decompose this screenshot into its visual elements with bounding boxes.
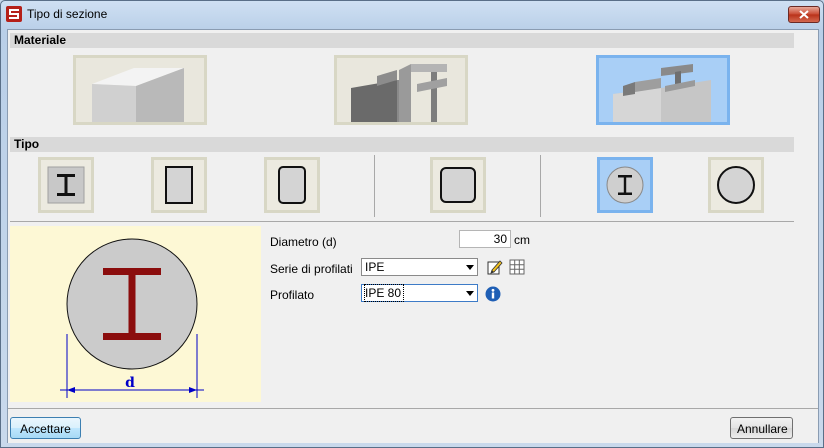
steel-profile-icon xyxy=(337,58,465,122)
material-concrete-button[interactable] xyxy=(73,55,207,125)
button-bar xyxy=(8,408,818,443)
window-title: Tipo di sezione xyxy=(27,7,108,21)
material-steel-button[interactable] xyxy=(334,55,468,125)
profile-label: Profilato xyxy=(270,288,315,302)
cancel-button[interactable]: Annullare xyxy=(730,417,793,439)
profile-series-label: Serie di profilati xyxy=(270,262,353,276)
rounded-square-section-icon xyxy=(440,167,476,203)
info-icon[interactable] xyxy=(485,286,501,302)
type-i-beam-circle-button[interactable] xyxy=(597,157,653,213)
app-icon xyxy=(6,6,22,22)
chevron-down-icon[interactable] xyxy=(462,285,477,301)
type-rectangle-button[interactable] xyxy=(151,157,207,213)
diameter-label: Diametro (d) xyxy=(270,235,337,249)
separator xyxy=(374,155,375,217)
composite-section-icon xyxy=(599,58,727,122)
profile-select[interactable]: IPE 80 xyxy=(361,284,478,302)
accept-button[interactable]: Accettare xyxy=(10,417,81,439)
material-composite-button[interactable] xyxy=(596,55,730,125)
i-beam-in-circle-icon xyxy=(606,166,644,204)
divider xyxy=(10,221,794,222)
close-icon xyxy=(799,10,809,19)
rectangle-section-icon xyxy=(165,166,193,204)
dimension-label: d xyxy=(125,375,135,391)
profile-value: IPE 80 xyxy=(363,284,405,302)
edit-icon[interactable] xyxy=(487,259,503,275)
type-rounded-rectangle-button[interactable] xyxy=(264,157,320,213)
separator xyxy=(540,155,541,217)
section-header-materiale: Materiale xyxy=(10,33,794,48)
type-circle-button[interactable] xyxy=(708,157,764,213)
i-beam-embedded-icon xyxy=(47,166,85,204)
diameter-input[interactable]: 30 xyxy=(459,230,511,248)
dialog-body: Materiale Tipo d Diametro (d) 30 cm Seri… xyxy=(7,29,819,443)
diameter-unit: cm xyxy=(514,233,530,247)
type-i-beam-button[interactable] xyxy=(38,157,94,213)
section-preview: d xyxy=(10,226,261,402)
section-header-tipo: Tipo xyxy=(10,137,794,152)
rounded-rectangle-section-icon xyxy=(278,166,306,204)
title-bar[interactable]: Tipo di sezione xyxy=(1,1,823,27)
dialog-window: Tipo di sezione ? Materiale xyxy=(0,0,824,448)
concrete-block-icon xyxy=(76,58,204,122)
profile-series-value: IPE xyxy=(365,260,385,274)
close-button[interactable] xyxy=(788,6,820,23)
type-rounded-square-button[interactable] xyxy=(430,157,486,213)
circle-section-icon xyxy=(717,166,755,204)
section-drawing: d xyxy=(60,238,204,398)
chevron-down-icon[interactable] xyxy=(462,259,477,275)
table-grid-icon[interactable] xyxy=(509,259,525,275)
profile-series-select[interactable]: IPE xyxy=(361,258,478,276)
